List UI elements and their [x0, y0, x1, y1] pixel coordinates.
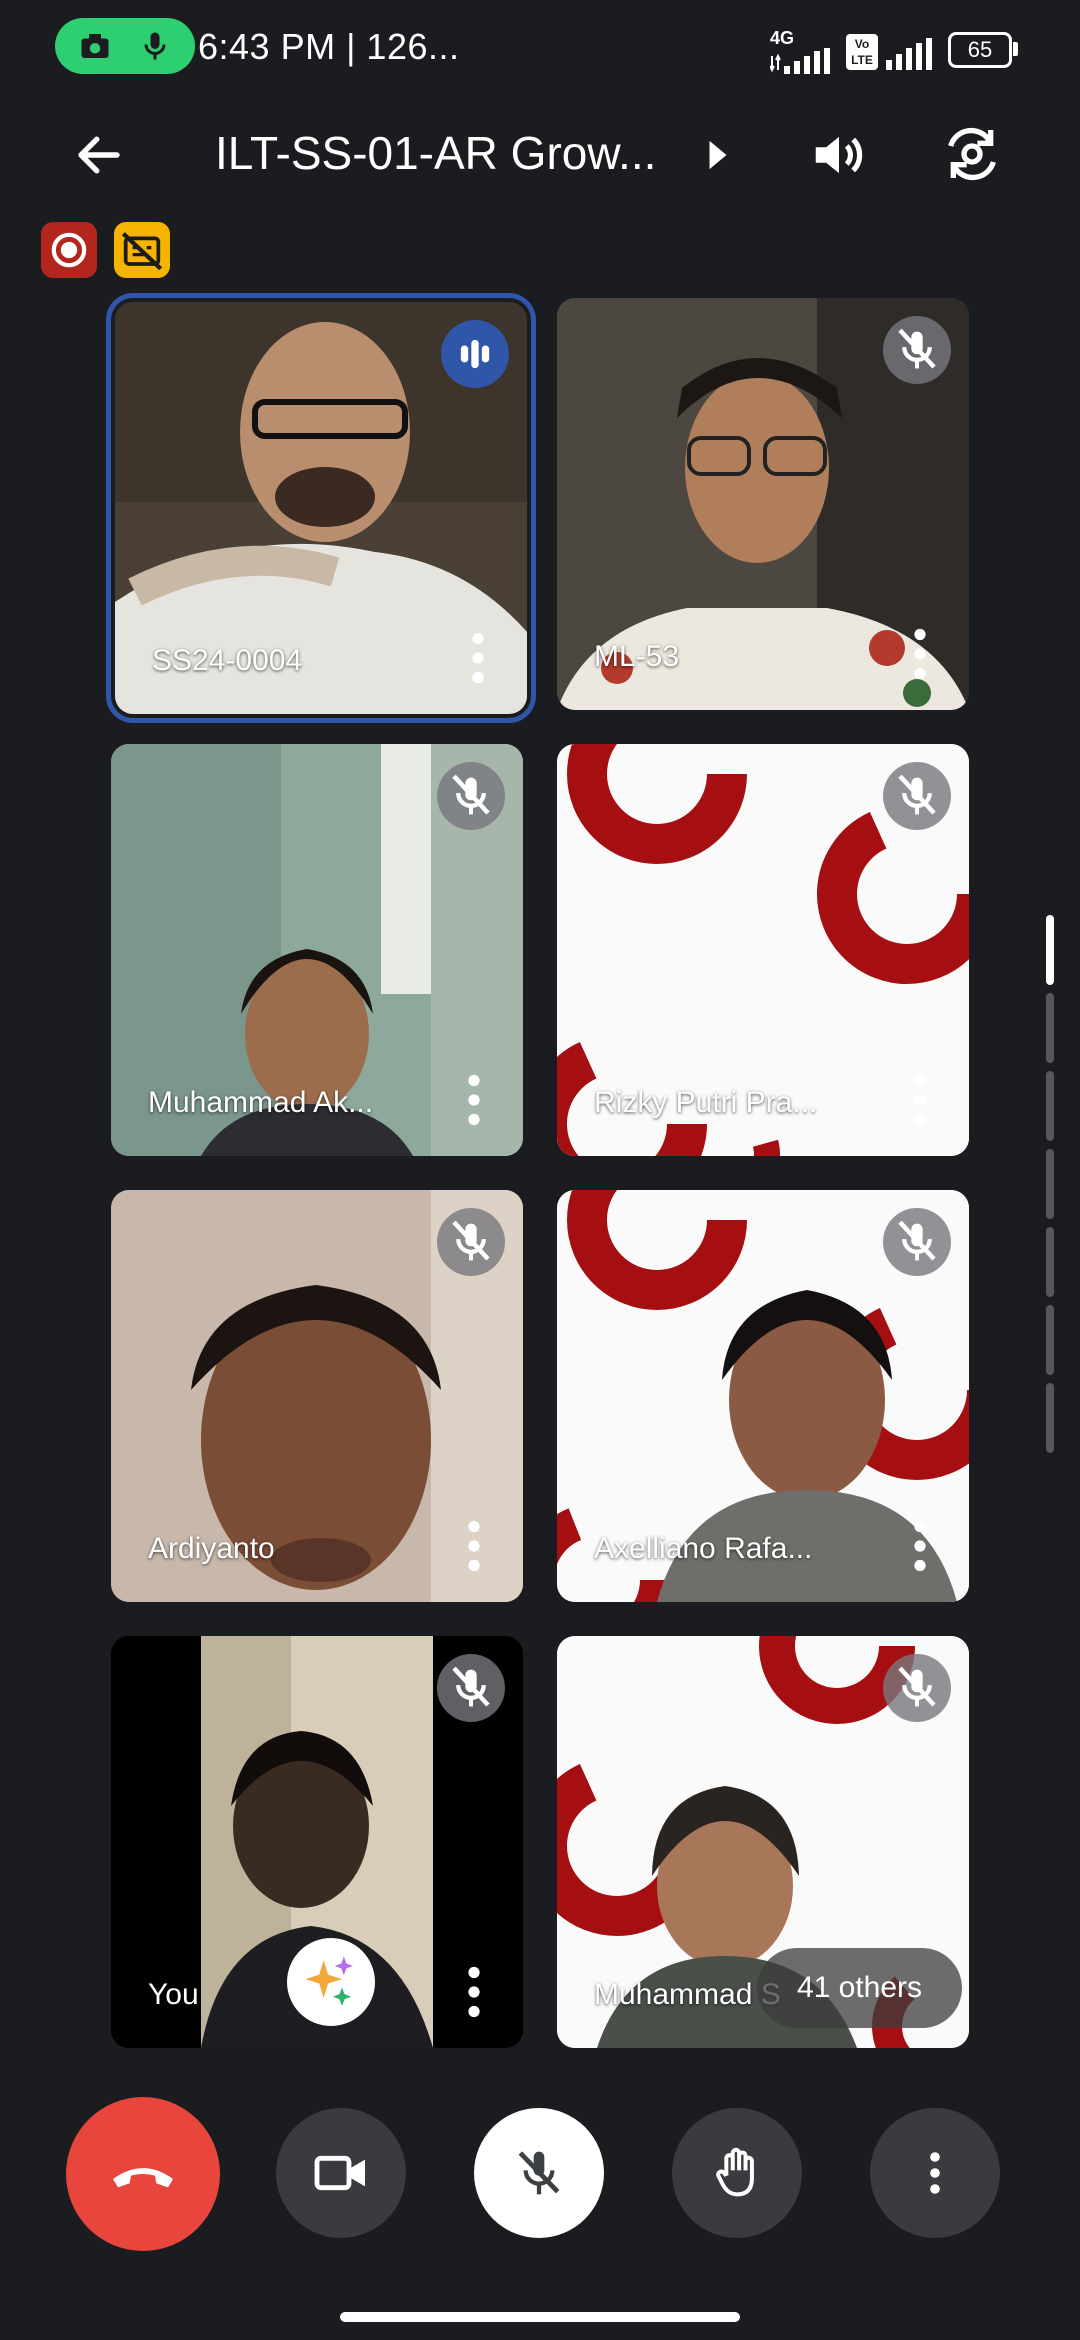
more-options-button[interactable] — [870, 2108, 1000, 2238]
muted-indicator — [437, 762, 505, 830]
mic-off-icon — [898, 328, 936, 369]
mic-off-icon — [898, 774, 936, 815]
participant-tile[interactable]: Ardiyanto — [111, 1190, 523, 1602]
muted-indicator — [883, 1208, 951, 1276]
hang-up-icon — [113, 2168, 173, 2188]
privacy-indicator-pill — [55, 18, 195, 74]
battery-icon: 65 — [948, 32, 1012, 68]
more-vert-icon[interactable] — [471, 632, 485, 684]
raise-hand-button[interactable] — [672, 2108, 802, 2238]
participant-name: ML-53 — [594, 640, 680, 673]
participant-tile[interactable]: Rizky Putri Pra... — [557, 744, 969, 1156]
signal-icon — [770, 48, 830, 74]
captions-off-badge[interactable] — [114, 222, 170, 278]
participant-tile[interactable]: Muhammad Ak... — [111, 744, 523, 1156]
participant-tile[interactable]: ML-53 — [557, 298, 969, 710]
muted-indicator — [883, 1654, 951, 1722]
camera-icon — [81, 34, 109, 58]
participant-name: Rizky Putri Pra... — [594, 1086, 818, 1119]
muted-indicator — [437, 1654, 505, 1722]
speaking-indicator — [441, 320, 509, 388]
mic-off-icon — [898, 1666, 936, 1707]
more-vert-icon[interactable] — [467, 1966, 481, 2018]
recording-badge[interactable] — [41, 222, 97, 278]
self-view-tile[interactable]: You — [111, 1636, 523, 2048]
status-time: 6:43 PM | 126... — [198, 26, 460, 67]
sparkle-icon — [305, 1956, 353, 2006]
captions-off-icon — [121, 232, 163, 271]
participant-name: Muhammad Ak... — [148, 1086, 374, 1119]
effects-button[interactable] — [287, 1938, 375, 2026]
recording-icon — [51, 232, 87, 268]
participant-tile[interactable]: Axelliano Rafa... — [557, 1190, 969, 1602]
switch-camera-icon[interactable] — [940, 122, 1004, 186]
network-type: 4G — [770, 28, 795, 48]
muted-indicator — [883, 762, 951, 830]
mic-off-icon — [452, 774, 490, 815]
others-count-chip[interactable]: 41 others — [757, 1948, 962, 2028]
volte-label: Vo LTE — [851, 37, 873, 67]
microphone-toggle-button[interactable] — [474, 2108, 604, 2238]
chevron-right-icon[interactable] — [703, 138, 733, 172]
back-arrow-icon[interactable] — [72, 128, 126, 182]
mic-off-icon — [452, 1666, 490, 1707]
mic-off-icon — [518, 2151, 560, 2195]
status-bar: 6:43 PM | 126... 4G Vo LTE 65 — [0, 0, 1080, 96]
camera-toggle-button[interactable] — [276, 2108, 406, 2238]
mic-off-icon — [898, 1220, 936, 1261]
video-camera-icon — [314, 2155, 365, 2191]
participant-name: Axelliano Rafa... — [594, 1532, 813, 1565]
microphone-icon — [144, 32, 166, 60]
signal-icon-2 — [886, 38, 932, 70]
home-indicator[interactable] — [340, 2312, 740, 2322]
participant-name: Ardiyanto — [148, 1532, 275, 1565]
participant-tile[interactable]: SS24-0004 — [106, 293, 536, 723]
participant-name: SS24-0004 — [152, 644, 303, 677]
mic-off-icon — [452, 1220, 490, 1261]
audio-level-icon — [460, 339, 490, 369]
scrollbar[interactable] — [1046, 915, 1054, 1460]
meeting-header: ILT-SS-01-AR Grow... — [0, 110, 1080, 194]
volte-icon: Vo LTE — [846, 34, 878, 70]
more-vert-icon[interactable] — [913, 1074, 927, 1126]
muted-indicator — [437, 1208, 505, 1276]
more-vert-icon[interactable] — [913, 628, 927, 680]
speaker-icon[interactable] — [808, 124, 870, 186]
end-call-button[interactable] — [66, 2097, 220, 2251]
participant-name: You — [148, 1978, 199, 2011]
more-vert-icon[interactable] — [913, 1520, 927, 1572]
participant-tile[interactable]: Muhammad S 41 others — [557, 1636, 969, 2048]
raise-hand-icon — [716, 2147, 754, 2197]
participant-name: Muhammad S — [594, 1978, 781, 2011]
more-vert-icon — [930, 2152, 940, 2194]
more-vert-icon[interactable] — [467, 1074, 481, 1126]
meeting-title[interactable]: ILT-SS-01-AR Grow... — [215, 126, 656, 180]
more-vert-icon[interactable] — [467, 1520, 481, 1572]
battery-level: 65 — [967, 37, 993, 62]
muted-indicator — [883, 316, 951, 384]
